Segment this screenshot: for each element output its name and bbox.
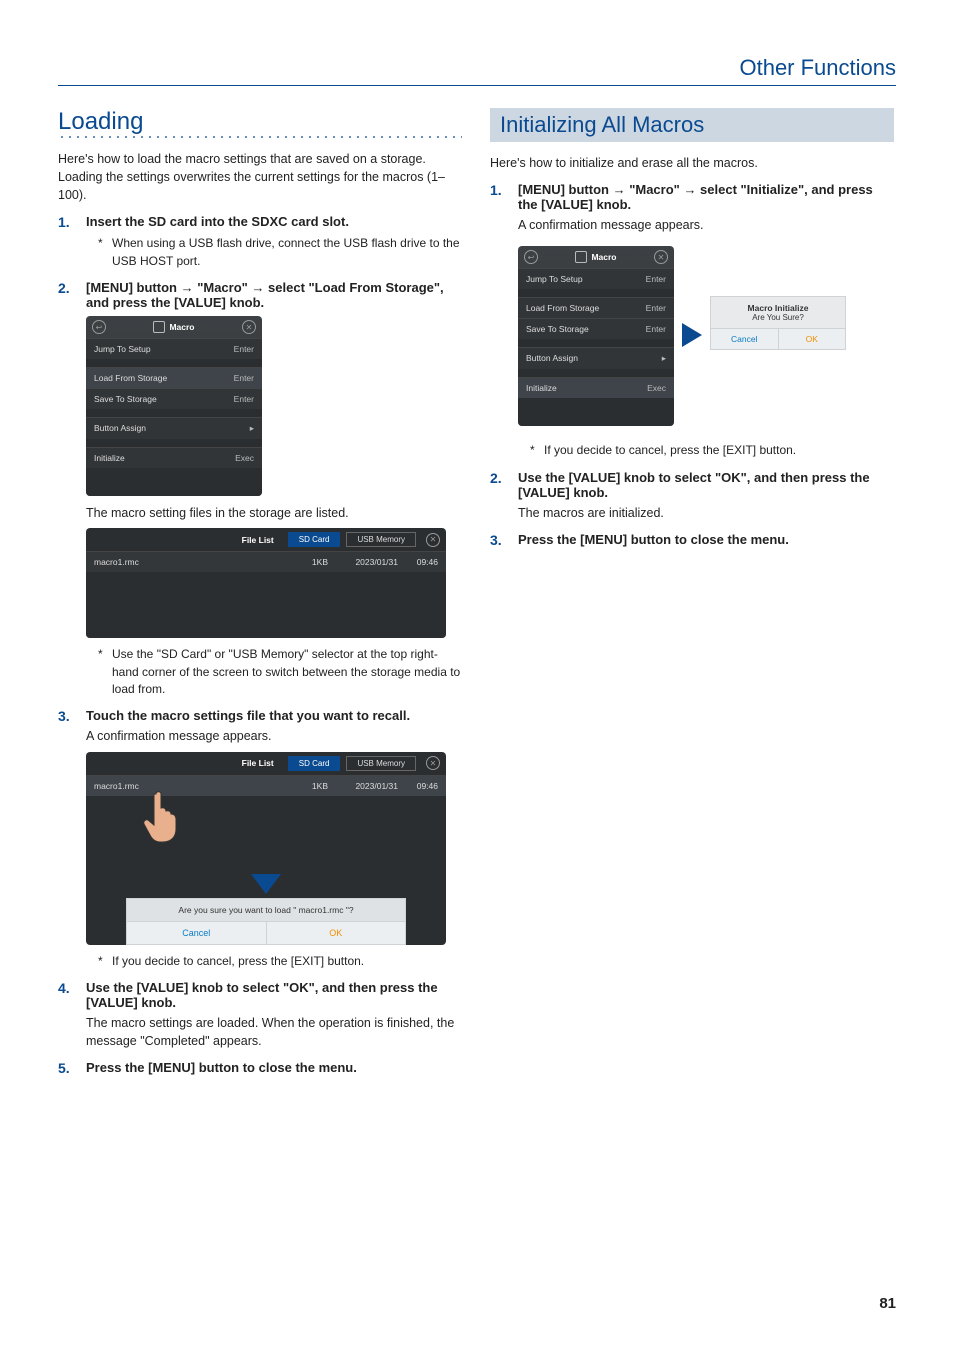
screenshot-macro-menu-init: ↩ Macro ✕ Jump To SetupEnter Load From S… — [518, 246, 674, 426]
rstep-1-title: [MENU] button → "Macro" → select "Initia… — [518, 182, 894, 212]
arrow-icon: → — [181, 280, 194, 295]
screenshot-initialize-row: ↩ Macro ✕ Jump To SetupEnter Load From S… — [518, 240, 894, 434]
rstep-2: Use the [VALUE] knob to select "OK", and… — [490, 470, 894, 522]
close-icon: ✕ — [654, 250, 668, 264]
arrow-icon: → — [251, 280, 264, 295]
initialize-dialog: Macro Initialize Are You Sure? Cancel OK — [710, 296, 846, 350]
rstep-3-title: Press the [MENU] button to close the men… — [518, 532, 894, 547]
right-arrow-icon — [682, 323, 702, 352]
page: Other Functions Loading Here's how to lo… — [0, 0, 954, 1350]
tab-usb-memory: USB Memory — [346, 756, 416, 771]
close-icon: ✕ — [426, 756, 440, 770]
two-column-layout: Loading Here's how to load the macro set… — [58, 108, 896, 1085]
screenshot-file-list: File List SD Card USB Memory ✕ macro1.rm… — [86, 528, 446, 638]
arrow-icon: → — [613, 182, 626, 197]
step-3-body: A confirmation message appears. — [86, 727, 462, 745]
step-3: Touch the macro settings file that you w… — [58, 708, 462, 970]
touch-hand-icon — [142, 788, 182, 844]
left-column: Loading Here's how to load the macro set… — [58, 108, 462, 1085]
close-icon: ✕ — [242, 320, 256, 334]
steps-list-left: Insert the SD card into the SDXC card sl… — [58, 214, 462, 1075]
right-column: Initializing All Macros Here's how to in… — [490, 108, 894, 1085]
step-4-title: Use the [VALUE] knob to select "OK", and… — [86, 980, 462, 1010]
close-icon: ✕ — [426, 533, 440, 547]
step-3-title: Touch the macro settings file that you w… — [86, 708, 462, 723]
section-heading: Other Functions — [58, 55, 896, 86]
step-4-body: The macro settings are loaded. When the … — [86, 1014, 462, 1050]
steps-list-right: [MENU] button → "Macro" → select "Initia… — [490, 182, 894, 547]
rstep-1-note: If you decide to cancel, press the [EXIT… — [530, 442, 894, 459]
rstep-1-body: A confirmation message appears. — [518, 216, 894, 234]
intro-text-right: Here's how to initialize and erase all t… — [490, 154, 894, 172]
step-2: [MENU] button → "Macro" → select "Load F… — [58, 280, 462, 698]
step-5-title: Press the [MENU] button to close the men… — [86, 1060, 462, 1075]
save-icon — [153, 321, 165, 333]
tab-usb-memory: USB Memory — [346, 532, 416, 547]
tab-sd-card: SD Card — [288, 756, 341, 771]
rstep-1: [MENU] button → "Macro" → select "Initia… — [490, 182, 894, 460]
step-2-title: [MENU] button → "Macro" → select "Load F… — [86, 280, 462, 310]
down-arrow-icon — [86, 874, 446, 894]
back-icon: ↩ — [524, 250, 538, 264]
arrow-icon: → — [683, 182, 696, 197]
step-2-aftertext: The macro setting files in the storage a… — [86, 504, 462, 522]
ok-button: OK — [779, 329, 847, 350]
confirm-dialog: Are you sure you want to load " macro1.r… — [126, 898, 406, 945]
step-4: Use the [VALUE] knob to select "OK", and… — [58, 980, 462, 1050]
step-1-title: Insert the SD card into the SDXC card sl… — [86, 214, 462, 229]
rstep-2-title: Use the [VALUE] knob to select "OK", and… — [518, 470, 894, 500]
step-2-note: Use the "SD Card" or "USB Memory" select… — [98, 646, 462, 698]
step-1-note: When using a USB flash drive, connect th… — [98, 235, 462, 270]
cancel-button: Cancel — [126, 922, 267, 945]
screenshot-file-list-touch: File List SD Card USB Memory ✕ macro1.rm… — [86, 752, 446, 945]
cancel-button: Cancel — [710, 329, 779, 350]
step-1: Insert the SD card into the SDXC card sl… — [58, 214, 462, 270]
confirm-message: Are you sure you want to load " macro1.r… — [126, 898, 406, 922]
tab-sd-card: SD Card — [288, 532, 341, 547]
intro-text: Here's how to load the macro settings th… — [58, 150, 462, 204]
step-3-note: If you decide to cancel, press the [EXIT… — [98, 953, 462, 970]
step-5: Press the [MENU] button to close the men… — [58, 1060, 462, 1075]
screenshot-macro-menu-load: ↩ Macro ✕ Jump To SetupEnter Load From S… — [86, 316, 262, 496]
save-icon — [575, 251, 587, 263]
ok-button: OK — [267, 922, 407, 945]
back-icon: ↩ — [92, 320, 106, 334]
page-number: 81 — [879, 1295, 896, 1312]
rstep-2-body: The macros are initialized. — [518, 504, 894, 522]
heading-loading: Loading — [58, 108, 462, 136]
rstep-3: Press the [MENU] button to close the men… — [490, 532, 894, 547]
heading-initializing: Initializing All Macros — [490, 108, 894, 142]
